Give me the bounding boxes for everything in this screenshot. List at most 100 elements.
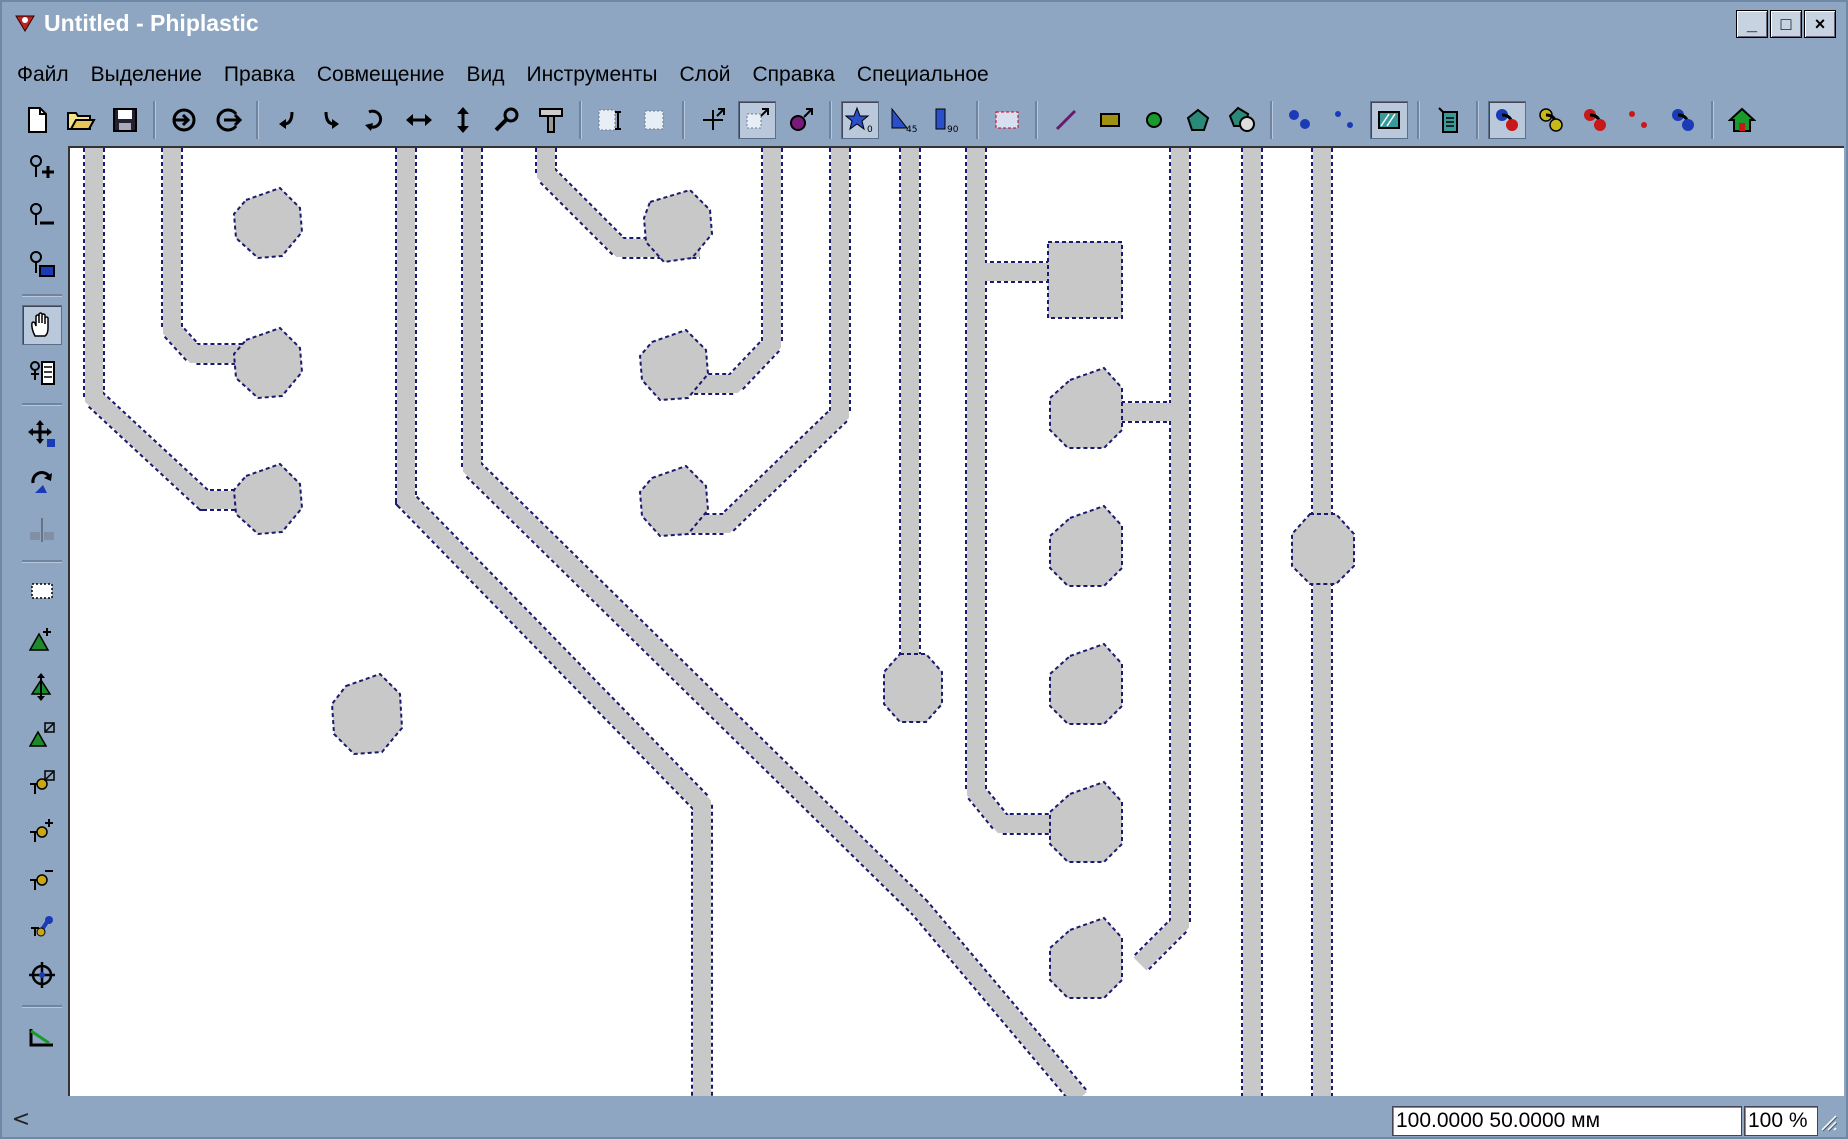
toolbar-separator [1035,101,1038,139]
import-icon[interactable] [165,101,203,139]
rotate-left-icon[interactable] [268,101,306,139]
toolbar-separator [579,101,582,139]
move-node-icon[interactable] [22,667,62,707]
zoom-in-icon[interactable] [22,148,62,188]
rect-select-icon[interactable] [22,571,62,611]
polygon-icon[interactable] [1179,101,1217,139]
star-angle-0-icon[interactable]: 0 [841,101,879,139]
line-icon[interactable] [1047,101,1085,139]
toolbar-separator [1270,101,1273,139]
flip-horizontal-icon[interactable] [400,101,438,139]
left-toolbar-separator [22,560,62,563]
scale-node-icon[interactable] [22,715,62,755]
pan-hand-icon[interactable] [22,305,62,345]
pad [1047,241,1123,319]
grid-snap-icon[interactable] [591,101,629,139]
toolbar-separator [256,101,259,139]
drawing-canvas[interactable]: .trk { fill:none; stroke:#c8c8c8; stroke… [68,146,1844,1096]
home-icon[interactable] [1723,101,1761,139]
layer-list-icon[interactable] [1429,101,1467,139]
pad [1049,642,1123,725]
add-node-icon[interactable] [22,619,62,659]
pad [642,188,714,264]
maximize-button[interactable]: □ [1770,10,1802,38]
center-cross-icon[interactable] [694,101,732,139]
svg-text:0: 0 [867,125,873,134]
remove-point-icon[interactable] [22,859,62,899]
menu-special[interactable]: Специальное [846,63,1000,87]
menu-view[interactable]: Вид [455,63,515,87]
toolbar-separator [682,101,685,139]
scale-point-icon[interactable] [22,763,62,803]
align-point-icon[interactable] [738,101,776,139]
menu-tools[interactable]: Инструменты [515,63,668,87]
pad [1049,366,1123,449]
export-icon[interactable] [209,101,247,139]
angle-90-icon[interactable]: 90 [929,101,967,139]
svg-text:45: 45 [906,125,917,134]
hammer-icon[interactable] [532,101,570,139]
wrench-icon[interactable] [488,101,526,139]
route-red-icon[interactable] [1576,101,1614,139]
pad [232,186,304,260]
pad [330,672,404,756]
node-tool-icon[interactable] [782,101,820,139]
rotate-point-icon[interactable] [22,907,62,947]
save-icon[interactable] [106,101,144,139]
menu-file[interactable]: Файл [6,63,80,87]
route-yellow-icon[interactable] [1532,101,1570,139]
measure-icon[interactable] [22,1016,62,1056]
move-icon[interactable] [22,414,62,454]
application-window: Untitled - Phiplastic _ □ × Файл Выделен… [0,0,1848,1139]
pad [232,326,304,400]
add-point-icon[interactable] [22,811,62,851]
points-icon[interactable] [1326,101,1364,139]
toolbar-separator [1711,101,1714,139]
minimize-button[interactable]: _ [1736,10,1768,38]
flip-vertical-icon[interactable] [444,101,482,139]
toolbar-separator [976,101,979,139]
grid-icon[interactable] [635,101,673,139]
new-document-icon[interactable] [18,101,56,139]
menu-selection[interactable]: Выделение [80,63,213,87]
pad [1049,504,1123,587]
rectangle-icon[interactable] [1091,101,1129,139]
rotate-right-icon[interactable] [312,101,350,139]
scroll-left-button[interactable]: < [6,1104,36,1134]
toolbar-separator [829,101,832,139]
nodes-icon[interactable] [1282,101,1320,139]
menu-alignment[interactable]: Совмещение [306,63,456,87]
menu-layer[interactable]: Слой [668,63,741,87]
rotate-icon[interactable] [22,462,62,502]
resize-grip-icon[interactable] [1816,1110,1838,1132]
target-icon[interactable] [22,955,62,995]
pcb-layout: .trk { fill:none; stroke:#c8c8c8; stroke… [83,148,1355,1096]
route-blue-red-icon[interactable] [1488,101,1526,139]
close-button[interactable]: × [1804,10,1836,38]
mirror-icon[interactable] [22,510,62,550]
menu-bar: Файл Выделение Правка Совмещение Вид Инс… [6,58,1842,92]
points-small-icon[interactable] [1620,101,1658,139]
toolbar-separator [1417,101,1420,139]
menu-edit[interactable]: Правка [213,63,306,87]
coordinates-readout: 100.0000 50.0000 мм [1392,1106,1742,1136]
menu-help[interactable]: Справка [742,63,846,87]
trace-fills [85,148,1331,1096]
rotate-arc-icon[interactable] [356,101,394,139]
zoom-out-icon[interactable] [22,196,62,236]
select-rect-icon[interactable] [988,101,1026,139]
route-blue-icon[interactable] [1664,101,1702,139]
left-toolbar-separator [22,403,62,406]
toolbar-separator [1476,101,1479,139]
left-toolbar-separator [22,294,62,297]
title-bar[interactable]: Untitled - Phiplastic _ □ × [6,6,1842,40]
circle-icon[interactable] [1135,101,1173,139]
toolbar-separator [153,101,156,139]
shape-union-icon[interactable] [1223,101,1261,139]
angle-45-icon[interactable]: 45 [885,101,923,139]
zoom-window-icon[interactable] [22,244,62,284]
svg-text:90: 90 [947,125,959,134]
properties-icon[interactable] [22,353,62,393]
hatch-icon[interactable] [1370,101,1408,139]
open-folder-icon[interactable] [62,101,100,139]
